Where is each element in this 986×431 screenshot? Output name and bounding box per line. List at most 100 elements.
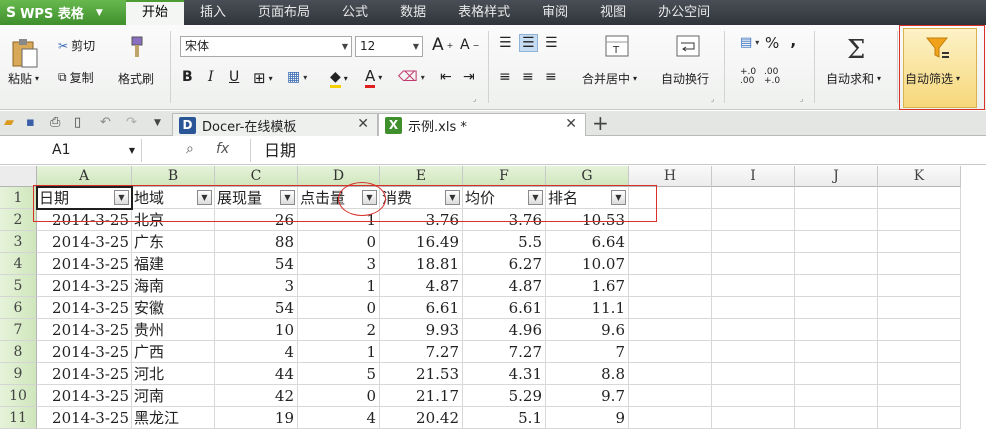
table-cell[interactable]: 44 (215, 363, 298, 385)
column-header-i[interactable]: I (712, 166, 795, 187)
empty-cell[interactable] (878, 385, 961, 407)
customize-toolbar-icon[interactable]: ▼ (154, 118, 161, 128)
tab-table-style[interactable]: 表格样式 (442, 0, 526, 25)
table-cell[interactable]: 18.81 (380, 253, 463, 275)
table-cell[interactable]: 河北 (132, 363, 215, 385)
table-cell[interactable]: 2014-3-25 (37, 275, 132, 297)
column-header-j[interactable]: J (795, 166, 878, 187)
font-size-select[interactable]: 12 ▼ (355, 36, 423, 57)
align-center-button[interactable]: ≡ (522, 69, 534, 85)
row-header-5[interactable]: 5 (0, 275, 37, 297)
empty-cell[interactable] (629, 385, 712, 407)
table-cell[interactable]: 54 (215, 253, 298, 275)
table-cell[interactable]: 5.1 (463, 407, 546, 429)
decrease-font-button[interactable]: A − (460, 37, 479, 53)
empty-cell[interactable] (629, 341, 712, 363)
wrap-text-button[interactable]: 自动换行 (661, 70, 709, 87)
table-cell[interactable]: 19 (215, 407, 298, 429)
empty-cell[interactable] (629, 297, 712, 319)
table-cell[interactable]: 10.07 (546, 253, 629, 275)
empty-cell[interactable] (712, 319, 795, 341)
table-cell[interactable]: 福建 (132, 253, 215, 275)
table-cell[interactable]: 黑龙江 (132, 407, 215, 429)
table-cell[interactable]: 9.93 (380, 319, 463, 341)
table-cell[interactable]: 2014-3-25 (37, 363, 132, 385)
column-header-g[interactable]: G (546, 166, 629, 187)
paste-icon[interactable] (10, 33, 50, 73)
table-cell[interactable]: 1 (298, 341, 380, 363)
table-cell[interactable]: 6.61 (380, 297, 463, 319)
table-cell[interactable]: 4.96 (463, 319, 546, 341)
align-top-button[interactable]: ☰ (499, 35, 512, 51)
table-cell[interactable]: 6.64 (546, 231, 629, 253)
alignment-dialog-launcher-icon[interactable]: ⌟ (711, 95, 714, 103)
table-cell[interactable]: 9.7 (546, 385, 629, 407)
empty-cell[interactable] (795, 319, 878, 341)
copy-button[interactable]: ⧉ 复制 (58, 69, 94, 86)
table-cell[interactable]: 5.5 (463, 231, 546, 253)
empty-cell[interactable] (712, 341, 795, 363)
table-cell[interactable]: 河南 (132, 385, 215, 407)
empty-cell[interactable] (795, 341, 878, 363)
empty-cell[interactable] (795, 253, 878, 275)
align-bottom-button[interactable]: ☰ (545, 35, 558, 51)
empty-cell[interactable] (629, 253, 712, 275)
empty-cell[interactable] (629, 231, 712, 253)
table-cell[interactable]: 海南 (132, 275, 215, 297)
row-header-11[interactable]: 11 (0, 407, 37, 429)
close-icon[interactable]: ✕ (357, 116, 369, 132)
bold-button[interactable]: B (182, 69, 193, 85)
row-header-2[interactable]: 2 (0, 209, 37, 231)
column-header-e[interactable]: E (380, 166, 463, 187)
empty-cell[interactable] (878, 275, 961, 297)
table-cell[interactable]: 安徽 (132, 297, 215, 319)
italic-button[interactable]: I (208, 69, 214, 85)
empty-cell[interactable] (712, 385, 795, 407)
empty-cell[interactable] (878, 363, 961, 385)
table-cell[interactable]: 贵州 (132, 319, 215, 341)
row-header-3[interactable]: 3 (0, 231, 37, 253)
paste-button[interactable]: 粘贴 ▾ (8, 70, 39, 87)
empty-cell[interactable] (878, 297, 961, 319)
tab-docer-templates[interactable]: D Docer-在线模板 ✕ (172, 113, 378, 136)
table-cell[interactable]: 20.42 (380, 407, 463, 429)
thousands-separator-button[interactable]: ‚ (790, 31, 796, 50)
merge-center-icon[interactable]: T (605, 35, 629, 57)
zoom-icon[interactable]: ⌕ (186, 141, 194, 157)
empty-cell[interactable] (795, 407, 878, 429)
table-cell[interactable]: 7.27 (463, 341, 546, 363)
table-cell[interactable]: 广西 (132, 341, 215, 363)
format-painter-icon[interactable] (127, 35, 147, 59)
table-cell[interactable]: 4 (215, 341, 298, 363)
print-icon[interactable]: ⎙ (50, 115, 60, 130)
table-cell[interactable]: 5.29 (463, 385, 546, 407)
empty-cell[interactable] (795, 385, 878, 407)
empty-cell[interactable] (878, 231, 961, 253)
empty-cell[interactable] (878, 187, 961, 209)
table-cell[interactable]: 2014-3-25 (37, 231, 132, 253)
font-name-select[interactable]: 宋体 ▼ (180, 36, 352, 57)
column-header-a[interactable]: A (37, 166, 132, 187)
wrap-text-icon[interactable] (676, 35, 700, 57)
table-cell[interactable]: 2014-3-25 (37, 407, 132, 429)
empty-cell[interactable] (795, 275, 878, 297)
table-cell[interactable]: 4.87 (463, 275, 546, 297)
tab-insert[interactable]: 插入 (184, 0, 242, 25)
underline-button[interactable]: U (229, 69, 239, 85)
empty-cell[interactable] (878, 341, 961, 363)
close-icon[interactable]: ✕ (565, 116, 577, 132)
print-preview-icon[interactable]: ▯ (74, 115, 81, 130)
table-cell[interactable]: 6.61 (463, 297, 546, 319)
empty-cell[interactable] (878, 209, 961, 231)
font-dialog-launcher-icon[interactable]: ⌟ (473, 95, 476, 103)
empty-cell[interactable] (878, 319, 961, 341)
fill-color-button[interactable]: ◆ ▾ (330, 69, 348, 88)
save-icon[interactable]: ▪ (26, 115, 35, 130)
autosum-button[interactable]: 自动求和 ▾ (826, 70, 881, 87)
table-cell[interactable]: 5 (298, 363, 380, 385)
name-box[interactable]: A1 ▼ (0, 139, 142, 162)
table-cell[interactable]: 10 (215, 319, 298, 341)
currency-format-button[interactable]: ▤ ▾ (740, 35, 759, 50)
table-cell[interactable]: 3 (298, 253, 380, 275)
table-cell[interactable]: 4.87 (380, 275, 463, 297)
